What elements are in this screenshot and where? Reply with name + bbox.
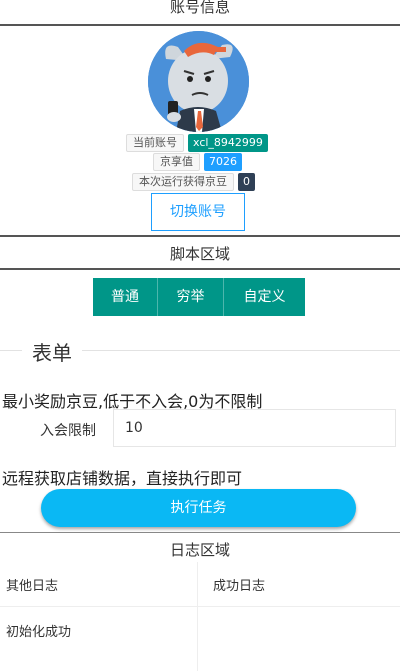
avatar-illustration — [148, 31, 249, 132]
join-limit-input[interactable] — [113, 409, 396, 447]
fieldset-divider-left — [0, 350, 22, 351]
log-row-divider — [0, 606, 400, 607]
form-legend: 表单 — [32, 341, 72, 365]
current-account-label: 当前账号 — [126, 134, 184, 152]
script-mode-button-group: 普通 穷举 自定义 — [93, 278, 305, 316]
avatar[interactable] — [148, 31, 249, 132]
log-table — [0, 562, 400, 671]
current-account-badge: xcl_8942999 — [188, 134, 268, 152]
divider — [0, 268, 400, 270]
tab-exhaustive[interactable]: 穷举 — [158, 278, 224, 316]
divider — [0, 24, 400, 26]
tab-normal[interactable]: 普通 — [93, 278, 158, 316]
divider — [0, 532, 400, 533]
jx-value-row: 京享值 7026 — [153, 153, 242, 171]
success-log-header: 成功日志 — [213, 579, 266, 594]
run-task-button[interactable]: 执行任务 — [41, 489, 356, 527]
tab-custom[interactable]: 自定义 — [224, 278, 305, 316]
account-section-title: 账号信息 — [0, 0, 400, 17]
join-limit-label: 入会限制 — [40, 423, 96, 439]
other-log-entry: 初始化成功 — [6, 625, 72, 640]
beans-label: 本次运行获得京豆 — [132, 173, 234, 191]
jx-value-badge: 7026 — [204, 153, 242, 171]
beans-badge: 0 — [238, 173, 255, 191]
current-account-row: 当前账号 xcl_8942999 — [126, 134, 268, 152]
other-log-header: 其他日志 — [6, 579, 59, 594]
log-column-divider — [197, 562, 198, 671]
divider — [0, 235, 400, 237]
fieldset-divider-right — [82, 350, 400, 351]
switch-account-button[interactable]: 切换账号 — [151, 193, 245, 231]
log-section-title: 日志区域 — [0, 540, 400, 560]
remote-fetch-description: 远程获取店铺数据，直接执行即可 — [2, 469, 243, 488]
beans-row: 本次运行获得京豆 0 — [132, 173, 255, 191]
jx-value-label: 京享值 — [153, 153, 200, 171]
script-section-title: 脚本区域 — [0, 244, 400, 264]
